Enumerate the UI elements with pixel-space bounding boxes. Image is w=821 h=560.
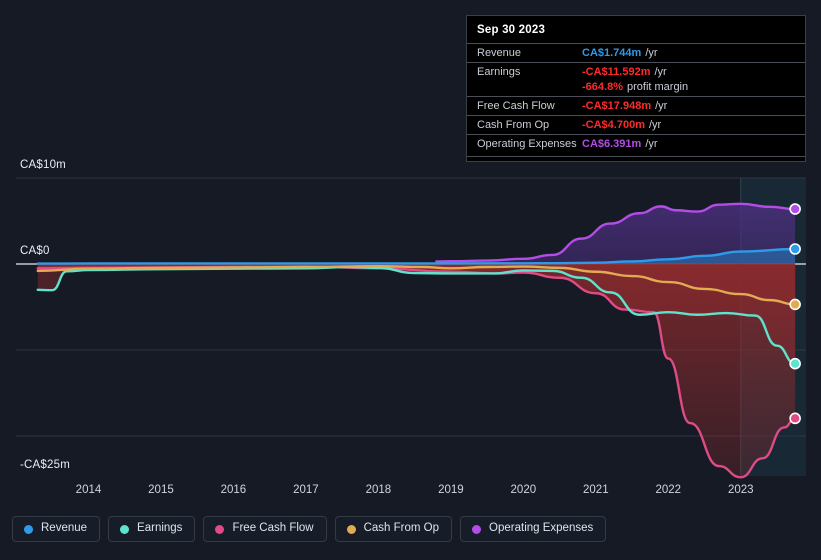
y-axis-label-zero: CA$0 bbox=[20, 245, 50, 257]
tooltip-row-label: Operating Expenses bbox=[477, 138, 577, 150]
tooltip-row-suffix: /yr bbox=[645, 47, 658, 59]
x-axis-tick-2014: 2014 bbox=[75, 484, 102, 496]
tooltip-row-value: -CA$11.592m bbox=[582, 66, 651, 78]
tooltip-row-value: CA$1.744m bbox=[582, 47, 642, 59]
x-axis-tick-2020: 2020 bbox=[510, 484, 537, 496]
x-axis-tick-2023: 2023 bbox=[727, 484, 754, 496]
y-axis-label-top: CA$10m bbox=[20, 159, 66, 171]
x-axis-tick-2015: 2015 bbox=[148, 484, 174, 496]
legend-item-cash-from-op[interactable]: Cash From Op bbox=[334, 516, 453, 542]
tooltip-row-suffix: profit margin bbox=[626, 81, 689, 93]
tooltip-row-value: CA$6.391m bbox=[582, 138, 642, 150]
tooltip-rows: Revenue CA$1.744m/yr Earnings -CA$11.592m/y… bbox=[467, 43, 805, 153]
tooltip-row-label: Cash From Op bbox=[477, 119, 550, 131]
tooltip-row-label: Free Cash Flow bbox=[477, 100, 555, 112]
endpoint-marker-cash-from-op[interactable] bbox=[789, 298, 801, 311]
chart-legend[interactable]: Revenue Earnings Free Cash Flow Cash From O… bbox=[12, 516, 607, 542]
endpoint-marker-revenue[interactable] bbox=[789, 243, 801, 255]
y-axis-label-bottom: -CA$25m bbox=[20, 459, 70, 471]
legend-item-label: Free Cash Flow bbox=[232, 522, 314, 535]
tooltip-row: Operating Expenses CA$6.391m/yr bbox=[467, 134, 805, 153]
legend-item-label: Operating Expenses bbox=[489, 522, 594, 535]
legend-dot-icon bbox=[472, 524, 482, 534]
x-axis-tick-2018: 2018 bbox=[365, 484, 392, 496]
legend-item-free-cash-flow[interactable]: Free Cash Flow bbox=[203, 516, 327, 542]
x-axis-tick-2016: 2016 bbox=[220, 484, 247, 496]
tooltip-row: Revenue CA$1.744m/yr bbox=[467, 43, 805, 62]
legend-item-operating-expenses[interactable]: Operating Expenses bbox=[460, 516, 607, 542]
x-axis-tick-2021: 2021 bbox=[583, 484, 609, 496]
tooltip-row-value: -664.8% bbox=[582, 81, 623, 93]
tooltip-row-suffix: /yr bbox=[645, 138, 658, 150]
tooltip-row: Free Cash Flow -CA$17.948m/yr bbox=[467, 96, 805, 115]
tooltip-row-label: Earnings bbox=[477, 66, 521, 78]
tooltip-row: -664.8% profit margin bbox=[467, 81, 805, 96]
legend-item-revenue[interactable]: Revenue bbox=[12, 516, 101, 542]
tooltip-row-suffix: /yr bbox=[655, 100, 668, 112]
x-axis-tick-2017: 2017 bbox=[293, 484, 319, 496]
endpoint-marker-free-cash-flow[interactable] bbox=[789, 412, 801, 425]
tooltip-row: Earnings -CA$11.592m/yr bbox=[467, 62, 805, 81]
legend-item-label: Earnings bbox=[137, 522, 183, 535]
legend-item-label: Revenue bbox=[41, 522, 88, 535]
legend-dot-icon bbox=[346, 524, 356, 534]
legend-item-earnings[interactable]: Earnings bbox=[108, 516, 196, 542]
x-axis-tick-2019: 2019 bbox=[438, 484, 464, 496]
legend-dot-icon bbox=[215, 524, 225, 534]
endpoint-marker-earnings[interactable] bbox=[789, 357, 801, 370]
tooltip-row-value: -CA$17.948m bbox=[582, 100, 652, 112]
tooltip-row-suffix: /yr bbox=[654, 66, 667, 78]
tooltip-row-label: Revenue bbox=[477, 47, 522, 59]
endpoint-marker-operating-expenses[interactable] bbox=[789, 203, 801, 215]
legend-dot-icon bbox=[120, 524, 130, 534]
legend-dot-icon bbox=[24, 524, 33, 534]
chart-tooltip: Sep 30 2023 Revenue CA$1.744m/yr Earnings -… bbox=[466, 15, 806, 162]
tooltip-row-value: -CA$4.700m bbox=[582, 119, 645, 131]
tooltip-row-suffix: /yr bbox=[648, 119, 662, 131]
x-axis-tick-2022: 2022 bbox=[655, 484, 682, 496]
legend-item-label: Cash From Op bbox=[363, 522, 440, 535]
tooltip-row: Cash From Op -CA$4.700m/yr bbox=[467, 115, 805, 134]
tooltip-date: Sep 30 2023 bbox=[477, 24, 546, 36]
tooltip-bottom-divider bbox=[467, 156, 805, 157]
